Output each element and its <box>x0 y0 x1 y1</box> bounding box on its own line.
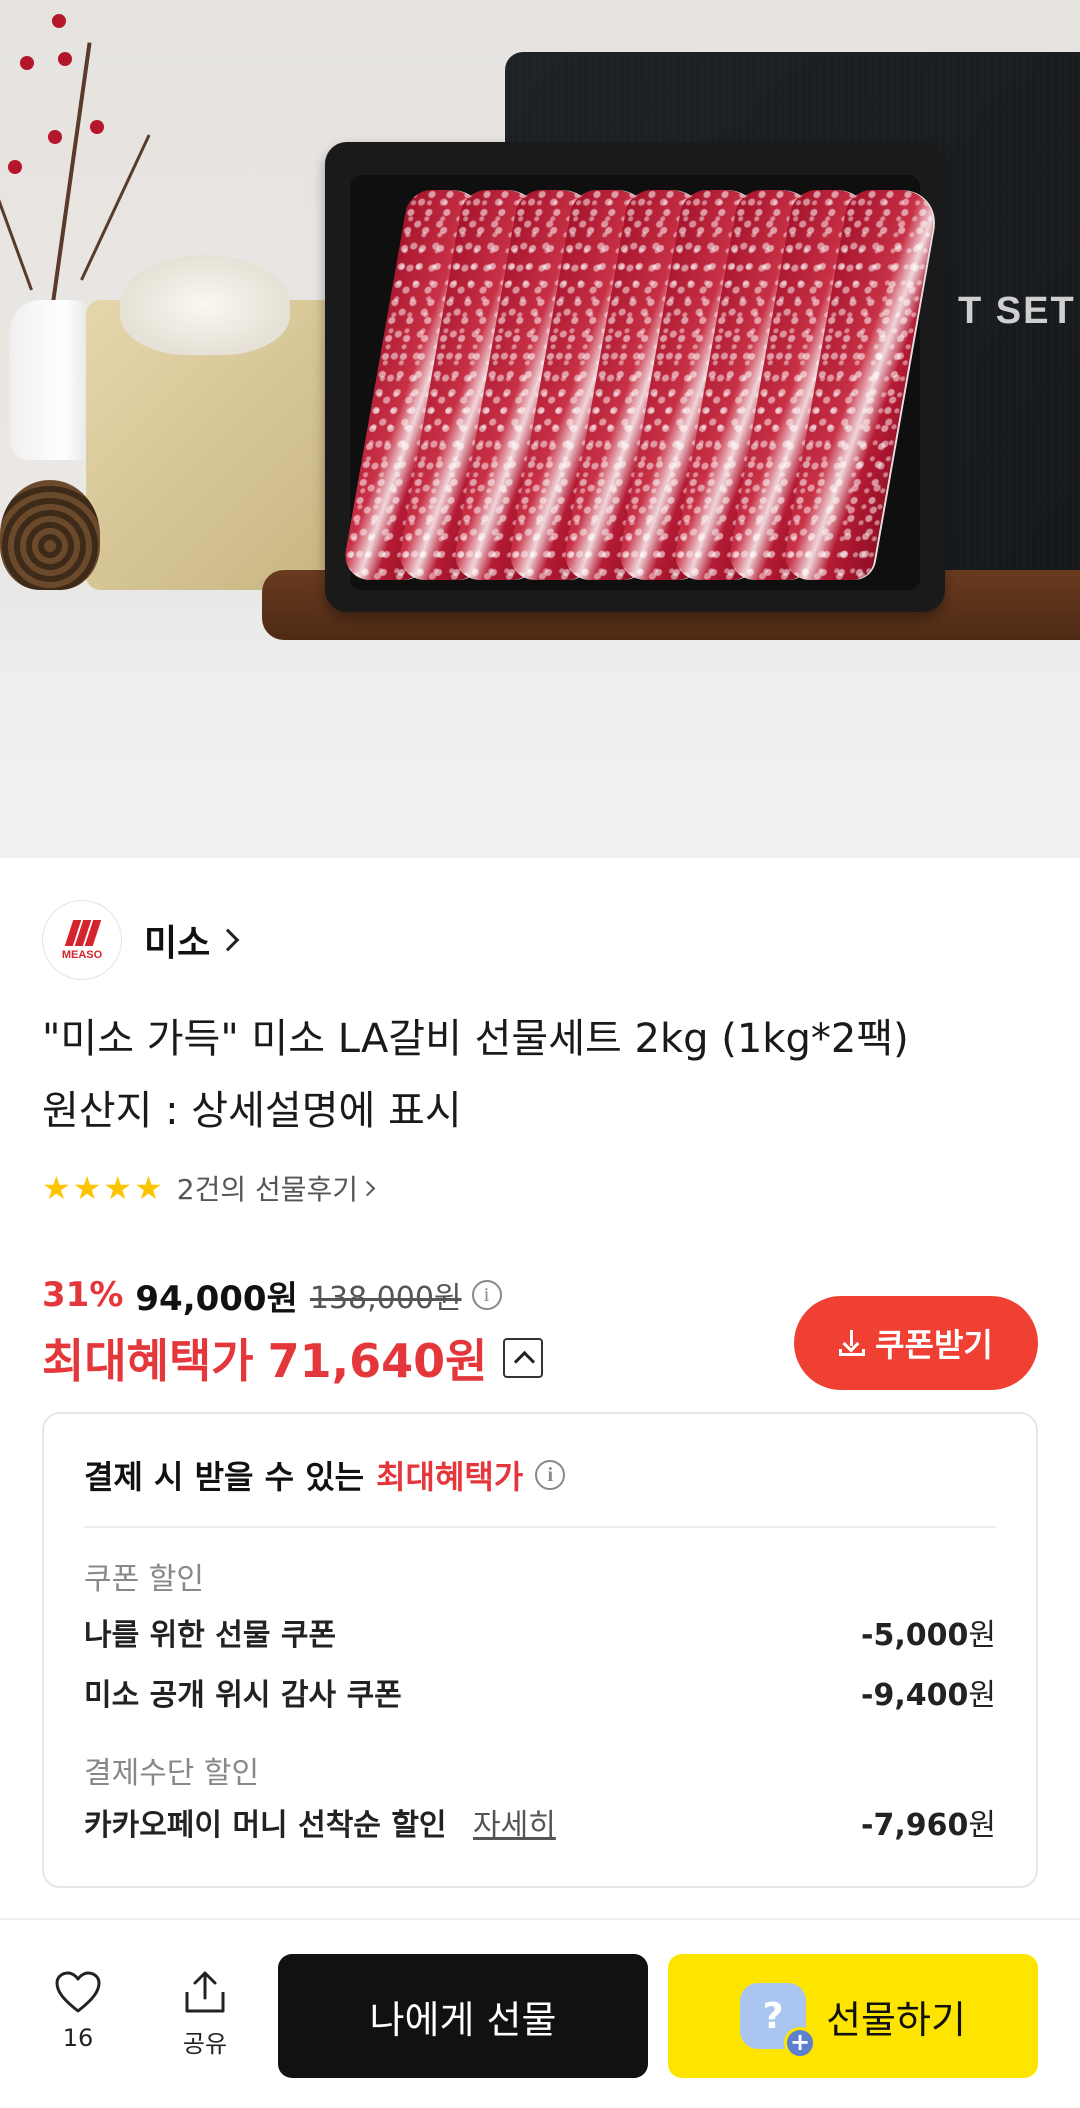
info-icon[interactable]: i <box>471 1280 502 1310</box>
best-price-label: 최대혜택가 <box>42 1334 254 1388</box>
payment-name: 카카오페이 머니 선착순 할인 <box>84 1808 447 1843</box>
star-icon: ★ <box>134 1169 163 1207</box>
berry-decoration <box>90 120 104 134</box>
heart-icon <box>54 1970 102 2014</box>
bojagi-knot-decoration <box>120 255 290 355</box>
discount-rate: 31% <box>42 1275 124 1315</box>
coupon-download-button[interactable]: 쿠폰받기 <box>794 1296 1038 1390</box>
coupon-name: 미소 공개 위시 감사 쿠폰 <box>84 1678 402 1713</box>
best-price-row: 최대혜택가 71,640원 <box>42 1328 544 1388</box>
berry-decoration <box>58 52 72 66</box>
berry-decoration <box>48 130 62 144</box>
coupon-amount: -5,000원 <box>861 1618 996 1653</box>
product-title: "미소 가득" 미소 LA갈비 선물세트 2kg (1kg*2팩) 원산지 : … <box>42 1010 1042 1140</box>
friend-avatar-icon: ? + <box>740 1983 817 2059</box>
share-label: 공유 <box>182 2030 228 2058</box>
gift-box-label: T SET <box>958 290 1076 332</box>
review-link-label: 2건의 선물후기 <box>176 1173 359 1206</box>
original-price: 138,000원 <box>309 1281 462 1316</box>
benefit-heading-text: 결제 시 받을 수 있는 <box>84 1458 365 1496</box>
product-hero-image[interactable]: T SET <box>0 0 1080 858</box>
benefit-breakdown-panel: 결제 시 받을 수 있는 최대혜택가 i 쿠폰 할인 나를 위한 선물 쿠폰 -… <box>42 1412 1038 1888</box>
coupon-line-item: 나를 위한 선물 쿠폰 -5,000원 <box>84 1610 996 1654</box>
berry-decoration <box>52 14 66 28</box>
send-gift-button[interactable]: ? + 선물하기 <box>668 1954 1038 2078</box>
share-icon <box>181 1970 229 2014</box>
divider <box>84 1526 996 1528</box>
chevron-right-icon <box>216 928 240 952</box>
coupon-button-label: 쿠폰받기 <box>875 1326 993 1364</box>
bottom-action-bar: 16 공유 나에게 선물 ? + 선물하기 <box>0 1918 1080 2108</box>
payment-name-wrap: 카카오페이 머니 선착순 할인 자세히 <box>84 1800 556 1844</box>
download-icon <box>839 1330 866 1356</box>
product-origin-line: 원산지 : 상세설명에 표시 <box>42 1088 462 1134</box>
seller-name: 미소 <box>144 923 211 964</box>
rating-row[interactable]: ★ ★ ★ ★ 2건의 선물후기 <box>42 1168 376 1208</box>
measo-logo-icon <box>64 919 102 946</box>
star-icon: ★ <box>103 1169 133 1207</box>
berry-decoration <box>8 160 22 174</box>
coupon-name: 나를 위한 선물 쿠폰 <box>84 1618 337 1653</box>
gift-to-myself-button[interactable]: 나에게 선물 <box>278 1954 648 2078</box>
gift-to-myself-label: 나에게 선물 <box>369 1997 557 2042</box>
coupon-line-item: 미소 공개 위시 감사 쿠폰 -9,400원 <box>84 1670 996 1714</box>
send-gift-label: 선물하기 <box>826 1997 966 2042</box>
info-icon[interactable]: i <box>535 1460 566 1490</box>
pinecone-decoration <box>0 480 100 590</box>
product-title-line: "미소 가득" 미소 LA갈비 선물세트 2kg (1kg*2팩) <box>42 1016 909 1062</box>
star-icon: ★ <box>42 1169 71 1207</box>
star-icon: ★ <box>72 1169 102 1207</box>
best-price-value: 71,640원 <box>267 1334 488 1388</box>
review-link[interactable]: 2건의 선물후기 <box>176 1168 376 1208</box>
benefit-heading: 결제 시 받을 수 있는 최대혜택가 i <box>84 1452 566 1498</box>
coupon-amount: -9,400원 <box>861 1678 996 1713</box>
like-count: 16 <box>62 2024 94 2052</box>
seller-link[interactable]: MEASO 미소 <box>42 900 240 980</box>
payment-section-label: 결제수단 할인 <box>84 1756 260 1791</box>
payment-detail-link[interactable]: 자세히 <box>473 1808 556 1843</box>
collapse-toggle-icon[interactable] <box>503 1338 544 1378</box>
coupon-section-label: 쿠폰 할인 <box>84 1562 204 1597</box>
sale-price: 94,000원 <box>135 1278 298 1319</box>
share-button[interactable]: 공유 <box>155 1970 255 2059</box>
payment-line-item: 카카오페이 머니 선착순 할인 자세히 -7,960원 <box>84 1800 996 1844</box>
seller-logo-text: MEASO <box>61 948 103 961</box>
add-icon: + <box>784 2027 817 2059</box>
benefit-heading-highlight: 최대혜택가 <box>376 1458 524 1496</box>
like-button[interactable]: 16 <box>28 1970 128 2052</box>
chevron-right-icon <box>359 1180 376 1196</box>
seller-logo: MEASO <box>42 900 122 980</box>
berry-decoration <box>20 56 34 70</box>
price-row: 31% 94,000원 138,000원 i <box>42 1270 502 1320</box>
payment-amount: -7,960원 <box>861 1808 996 1843</box>
